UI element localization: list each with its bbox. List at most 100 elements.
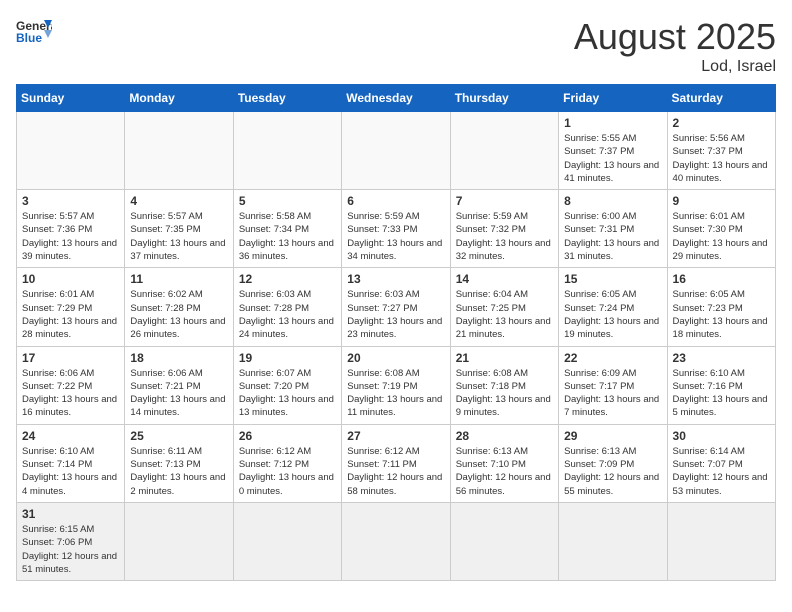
- calendar-week-row: 10 Sunrise: 6:01 AM Sunset: 7:29 PM Dayli…: [17, 268, 776, 346]
- calendar-cell: 27Sunrise: 6:12 AM Sunset: 7:11 PM Dayli…: [342, 424, 450, 502]
- day-info: Sunrise: 6:12 AM Sunset: 7:12 PM Dayligh…: [239, 445, 336, 498]
- calendar-cell: [233, 112, 341, 190]
- day-number: 9: [673, 194, 770, 208]
- day-number: 22: [564, 351, 661, 365]
- day-info: Sunrise: 6:02 AM Sunset: 7:28 PM Dayligh…: [130, 288, 227, 341]
- calendar-cell: 3 Sunrise: 5:57 AM Sunset: 7:36 PM Daylig…: [17, 190, 125, 268]
- day-number: 14: [456, 272, 553, 286]
- calendar-cell: 12 Sunrise: 6:03 AM Sunset: 7:28 PM Dayli…: [233, 268, 341, 346]
- day-number: 10: [22, 272, 119, 286]
- day-number: 3: [22, 194, 119, 208]
- day-number: 5: [239, 194, 336, 208]
- logo: General Blue: [16, 16, 52, 46]
- day-info: Sunrise: 6:05 AM Sunset: 7:24 PM Dayligh…: [564, 288, 661, 341]
- header: General Blue August 2025 Lod, Israel: [16, 16, 776, 76]
- day-info: Sunrise: 6:10 AM Sunset: 7:16 PM Dayligh…: [673, 367, 770, 420]
- day-number: 25: [130, 429, 227, 443]
- day-number: 28: [456, 429, 553, 443]
- calendar-cell: 20Sunrise: 6:08 AM Sunset: 7:19 PM Dayli…: [342, 346, 450, 424]
- day-number: 30: [673, 429, 770, 443]
- header-thursday: Thursday: [450, 85, 558, 112]
- calendar-cell: 16 Sunrise: 6:05 AM Sunset: 7:23 PM Dayli…: [667, 268, 775, 346]
- calendar-cell: 7Sunrise: 5:59 AM Sunset: 7:32 PM Daylig…: [450, 190, 558, 268]
- calendar-title: August 2025: [574, 16, 776, 58]
- day-info: Sunrise: 6:01 AM Sunset: 7:29 PM Dayligh…: [22, 288, 119, 341]
- day-number: 1: [564, 116, 661, 130]
- calendar-cell: 24 Sunrise: 6:10 AM Sunset: 7:14 PM Dayli…: [17, 424, 125, 502]
- calendar-cell: [125, 112, 233, 190]
- calendar-cell: 5 Sunrise: 5:58 AM Sunset: 7:34 PM Daylig…: [233, 190, 341, 268]
- day-number: 2: [673, 116, 770, 130]
- day-info: Sunrise: 6:04 AM Sunset: 7:25 PM Dayligh…: [456, 288, 553, 341]
- calendar-cell: 18 Sunrise: 6:06 AM Sunset: 7:21 PM Dayli…: [125, 346, 233, 424]
- calendar-cell: 28 Sunrise: 6:13 AM Sunset: 7:10 PM Dayli…: [450, 424, 558, 502]
- day-number: 16: [673, 272, 770, 286]
- day-number: 24: [22, 429, 119, 443]
- calendar-cell: [342, 112, 450, 190]
- day-info: Sunrise: 6:11 AM Sunset: 7:13 PM Dayligh…: [130, 445, 227, 498]
- calendar-cell: 23 Sunrise: 6:10 AM Sunset: 7:16 PM Dayli…: [667, 346, 775, 424]
- day-number: 27: [347, 429, 444, 443]
- day-info: Sunrise: 6:05 AM Sunset: 7:23 PM Dayligh…: [673, 288, 770, 341]
- day-info: Sunrise: 6:13 AM Sunset: 7:09 PM Dayligh…: [564, 445, 661, 498]
- calendar-cell: [450, 112, 558, 190]
- calendar-week-row: 1 Sunrise: 5:55 AM Sunset: 7:37 PM Daylig…: [17, 112, 776, 190]
- title-area: August 2025 Lod, Israel: [574, 16, 776, 76]
- calendar-cell: 21Sunrise: 6:08 AM Sunset: 7:18 PM Dayli…: [450, 346, 558, 424]
- day-info: Sunrise: 6:01 AM Sunset: 7:30 PM Dayligh…: [673, 210, 770, 263]
- day-info: Sunrise: 6:13 AM Sunset: 7:10 PM Dayligh…: [456, 445, 553, 498]
- calendar-cell: 26 Sunrise: 6:12 AM Sunset: 7:12 PM Dayli…: [233, 424, 341, 502]
- calendar-cell: 11Sunrise: 6:02 AM Sunset: 7:28 PM Dayli…: [125, 268, 233, 346]
- day-info: Sunrise: 6:09 AM Sunset: 7:17 PM Dayligh…: [564, 367, 661, 420]
- day-number: 17: [22, 351, 119, 365]
- calendar-cell: [342, 502, 450, 580]
- calendar-cell: [450, 502, 558, 580]
- header-tuesday: Tuesday: [233, 85, 341, 112]
- calendar-cell: [667, 502, 775, 580]
- day-number: 31: [22, 507, 119, 521]
- day-number: 6: [347, 194, 444, 208]
- day-number: 21: [456, 351, 553, 365]
- day-info: Sunrise: 6:07 AM Sunset: 7:20 PM Dayligh…: [239, 367, 336, 420]
- calendar-cell: 1 Sunrise: 5:55 AM Sunset: 7:37 PM Daylig…: [559, 112, 667, 190]
- calendar-cell: [559, 502, 667, 580]
- day-info: Sunrise: 5:55 AM Sunset: 7:37 PM Dayligh…: [564, 132, 661, 185]
- day-info: Sunrise: 5:58 AM Sunset: 7:34 PM Dayligh…: [239, 210, 336, 263]
- day-info: Sunrise: 6:10 AM Sunset: 7:14 PM Dayligh…: [22, 445, 119, 498]
- day-info: Sunrise: 5:56 AM Sunset: 7:37 PM Dayligh…: [673, 132, 770, 185]
- header-saturday: Saturday: [667, 85, 775, 112]
- header-monday: Monday: [125, 85, 233, 112]
- day-number: 13: [347, 272, 444, 286]
- day-info: Sunrise: 5:57 AM Sunset: 7:36 PM Dayligh…: [22, 210, 119, 263]
- calendar-cell: [233, 502, 341, 580]
- calendar-week-row: 31Sunrise: 6:15 AM Sunset: 7:06 PM Dayli…: [17, 502, 776, 580]
- day-number: 18: [130, 351, 227, 365]
- calendar-cell: 15Sunrise: 6:05 AM Sunset: 7:24 PM Dayli…: [559, 268, 667, 346]
- calendar-table: Sunday Monday Tuesday Wednesday Thursday…: [16, 84, 776, 581]
- calendar-cell: [125, 502, 233, 580]
- day-info: Sunrise: 6:03 AM Sunset: 7:27 PM Dayligh…: [347, 288, 444, 341]
- calendar-cell: 31Sunrise: 6:15 AM Sunset: 7:06 PM Dayli…: [17, 502, 125, 580]
- day-number: 20: [347, 351, 444, 365]
- day-info: Sunrise: 6:06 AM Sunset: 7:21 PM Dayligh…: [130, 367, 227, 420]
- day-number: 29: [564, 429, 661, 443]
- day-number: 12: [239, 272, 336, 286]
- header-friday: Friday: [559, 85, 667, 112]
- svg-text:Blue: Blue: [16, 31, 42, 45]
- day-number: 23: [673, 351, 770, 365]
- day-info: Sunrise: 6:00 AM Sunset: 7:31 PM Dayligh…: [564, 210, 661, 263]
- calendar-cell: 17Sunrise: 6:06 AM Sunset: 7:22 PM Dayli…: [17, 346, 125, 424]
- calendar-cell: 9 Sunrise: 6:01 AM Sunset: 7:30 PM Daylig…: [667, 190, 775, 268]
- day-number: 19: [239, 351, 336, 365]
- logo-icon: General Blue: [16, 16, 52, 46]
- calendar-cell: 13 Sunrise: 6:03 AM Sunset: 7:27 PM Dayli…: [342, 268, 450, 346]
- day-info: Sunrise: 5:59 AM Sunset: 7:33 PM Dayligh…: [347, 210, 444, 263]
- calendar-cell: 14 Sunrise: 6:04 AM Sunset: 7:25 PM Dayli…: [450, 268, 558, 346]
- day-info: Sunrise: 6:03 AM Sunset: 7:28 PM Dayligh…: [239, 288, 336, 341]
- calendar-cell: 22 Sunrise: 6:09 AM Sunset: 7:17 PM Dayli…: [559, 346, 667, 424]
- day-number: 26: [239, 429, 336, 443]
- calendar-cell: [17, 112, 125, 190]
- calendar-week-row: 24 Sunrise: 6:10 AM Sunset: 7:14 PM Dayli…: [17, 424, 776, 502]
- day-info: Sunrise: 5:59 AM Sunset: 7:32 PM Dayligh…: [456, 210, 553, 263]
- calendar-cell: 4Sunrise: 5:57 AM Sunset: 7:35 PM Daylig…: [125, 190, 233, 268]
